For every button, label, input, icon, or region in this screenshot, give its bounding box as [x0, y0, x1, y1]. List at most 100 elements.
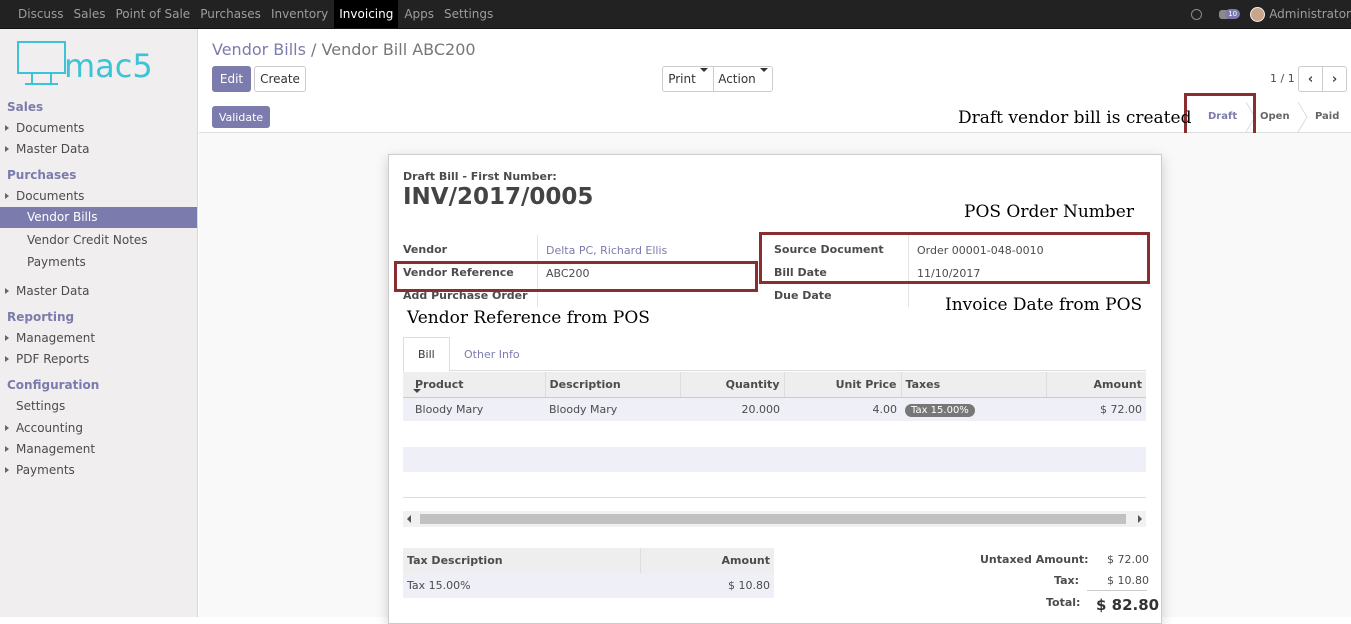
print-label: Print — [668, 72, 708, 86]
scroll-left-icon[interactable] — [407, 515, 411, 523]
menu-discuss[interactable]: Discuss — [14, 0, 68, 28]
caret-right-icon — [5, 146, 9, 152]
sidebar-item-config-management[interactable]: Management — [16, 442, 95, 456]
sidebar-item-payments[interactable]: Payments — [27, 255, 86, 269]
total-divider — [1087, 590, 1147, 591]
column-quantity[interactable]: Quantity — [680, 372, 785, 398]
form-sheet: Draft Bill - First Number: INV/2017/0005… — [388, 154, 1162, 624]
notebook-tabs: Bill Other Info — [403, 337, 1146, 372]
sidebar-item-pdf-reports[interactable]: PDF Reports — [16, 352, 89, 366]
invoice-lines-table: Product Description Quantity Unit Price … — [403, 372, 1146, 421]
sidebar-item-vendor-bills[interactable]: Vendor Bills — [0, 207, 197, 228]
pager-next-button[interactable]: › — [1322, 66, 1347, 92]
menu-inventory[interactable]: Inventory — [267, 0, 332, 28]
menu-point-of-sale[interactable]: Point of Sale — [112, 0, 195, 28]
annotation-box-source — [759, 232, 1150, 284]
chevron-right-icon: › — [1331, 71, 1338, 87]
table-row[interactable]: Bloody Mary Bloody Mary 20.000 4.00 Tax … — [403, 397, 1146, 421]
pager-value: 1 / 1 — [1270, 72, 1295, 85]
menu-purchases[interactable]: Purchases — [196, 0, 265, 28]
sidebar-item-label: Vendor Bills — [27, 210, 98, 224]
column-tax-amount: Amount — [640, 548, 774, 573]
caret-right-icon — [5, 356, 9, 362]
column-unit-price[interactable]: Unit Price — [784, 372, 902, 398]
untaxed-amount-value: $ 72.00 — [1107, 553, 1149, 566]
mac5-logo[interactable]: mac5 — [17, 40, 183, 88]
sidebar-section-sales: Sales — [7, 100, 44, 114]
due-date-label: Due Date — [774, 289, 832, 302]
empty-row — [403, 447, 1146, 472]
sidebar-item-reporting-management[interactable]: Management — [16, 331, 95, 345]
tax-total-value: $ 10.80 — [1107, 574, 1149, 587]
action-dropdown[interactable]: Action — [713, 66, 773, 92]
annotation-invoice-date: Invoice Date from POS — [945, 295, 1143, 315]
tab-other-info[interactable]: Other Info — [449, 337, 535, 372]
breadcrumb-vendor-bills[interactable]: Vendor Bills — [212, 40, 306, 59]
user-menu[interactable]: Administrator — [1269, 7, 1351, 21]
menu-invoicing[interactable]: Invoicing — [334, 0, 399, 28]
sidebar-item-vendor-credit-notes[interactable]: Vendor Credit Notes — [27, 233, 148, 247]
table-row: Tax 15.00% $ 10.80 — [403, 573, 774, 598]
stage-paid[interactable]: Paid — [1315, 111, 1339, 122]
action-label: Action — [718, 72, 768, 86]
logo-text: mac5 — [64, 47, 153, 85]
horizontal-scrollbar[interactable] — [403, 511, 1146, 527]
column-tax-description: Tax Description — [403, 548, 641, 573]
chat-icon[interactable]: 10 — [1219, 8, 1241, 19]
menu-apps[interactable]: Apps — [400, 0, 438, 28]
scroll-right-icon[interactable] — [1138, 515, 1142, 523]
app-menu: Discuss Sales Point of Sale Purchases In… — [14, 0, 499, 28]
print-dropdown[interactable]: Print — [662, 66, 714, 92]
untaxed-amount-label: Untaxed Amount: — [980, 553, 1089, 566]
sidebar-section-reporting: Reporting — [7, 310, 75, 324]
tax-total-label: Tax: — [1054, 574, 1080, 587]
sidebar-section-purchases: Purchases — [7, 168, 77, 182]
draft-bill-label: Draft Bill - First Number: — [403, 170, 557, 183]
tax-tag: Tax 15.00% — [905, 403, 975, 417]
validate-button[interactable]: Validate — [212, 106, 270, 128]
sidebar-item-purchases-master-data[interactable]: Master Data — [16, 284, 89, 298]
cell-amount: $ 72.00 — [1046, 397, 1146, 421]
annotation-vendor-ref: Vendor Reference from POS — [407, 308, 650, 328]
sort-caret-icon — [413, 389, 421, 393]
sidebar-item-accounting[interactable]: Accounting — [16, 421, 83, 435]
tab-bill[interactable]: Bill — [403, 337, 450, 372]
breadcrumb-current: Vendor Bill ABC200 — [321, 40, 476, 59]
menu-sales[interactable]: Sales — [70, 0, 110, 28]
sidebar-item-config-payments[interactable]: Payments — [16, 463, 75, 477]
caret-right-icon — [5, 125, 9, 131]
vendor-label: Vendor — [403, 243, 448, 256]
annotation-draft: Draft vendor bill is created — [958, 108, 1192, 128]
top-navbar: Discuss Sales Point of Sale Purchases In… — [0, 0, 1351, 29]
total-value: $ 82.80 — [1096, 596, 1160, 614]
table-footer-line — [403, 497, 1146, 498]
caret-right-icon — [5, 467, 9, 473]
annotation-pos-order: POS Order Number — [964, 202, 1134, 222]
annotation-box-vendor-ref — [394, 261, 758, 292]
column-amount[interactable]: Amount — [1046, 372, 1146, 398]
pager-previous-button[interactable]: ‹ — [1298, 66, 1323, 92]
avatar[interactable] — [1250, 6, 1266, 22]
vendor-field[interactable]: Delta PC, Richard Ellis — [546, 244, 667, 257]
menu-settings[interactable]: Settings — [440, 0, 497, 28]
create-button[interactable]: Create — [254, 66, 306, 92]
cell-quantity: 20.000 — [680, 397, 784, 421]
edit-button[interactable]: Edit — [212, 66, 251, 92]
column-description[interactable]: Description — [545, 372, 681, 398]
caret-right-icon — [5, 193, 9, 199]
column-product[interactable]: Product — [403, 372, 546, 398]
caret-right-icon — [5, 425, 9, 431]
scrollbar-thumb[interactable] — [420, 514, 1126, 524]
sidebar-item-purchases-documents[interactable]: Documents — [16, 189, 84, 203]
column-taxes[interactable]: Taxes — [901, 372, 1047, 398]
cell-unit-price: 4.00 — [784, 397, 901, 421]
sidebar-item-settings[interactable]: Settings — [16, 399, 65, 413]
clock-icon[interactable] — [1191, 8, 1203, 20]
cell-product: Bloody Mary — [403, 397, 545, 421]
sidebar-item-sales-documents[interactable]: Documents — [16, 121, 84, 135]
bill-number: INV/2017/0005 — [403, 184, 594, 210]
column-product-label: Product — [415, 377, 464, 391]
sidebar-item-sales-master-data[interactable]: Master Data — [16, 142, 89, 156]
stage-open[interactable]: Open — [1260, 111, 1290, 122]
cell-description: Bloody Mary — [545, 397, 680, 421]
